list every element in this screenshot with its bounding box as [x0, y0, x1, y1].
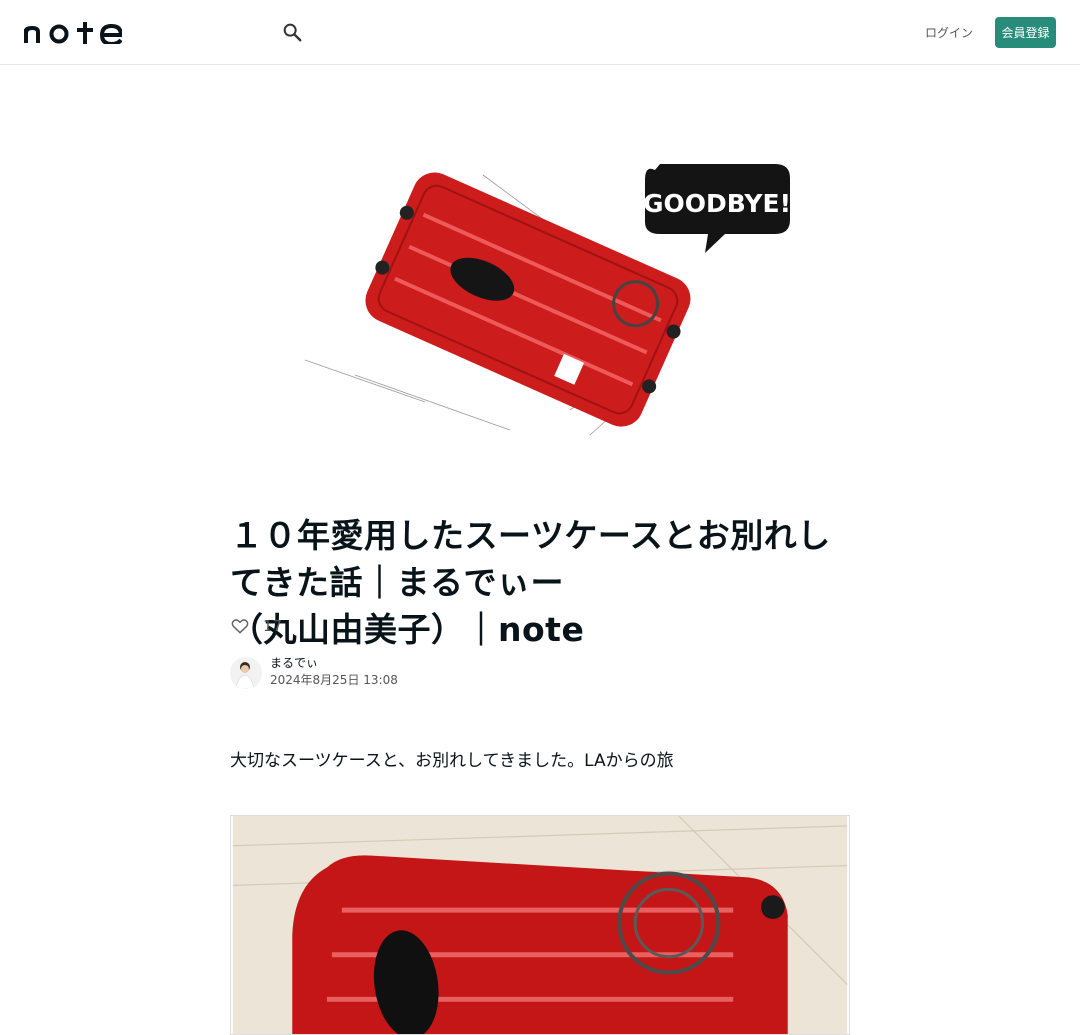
post-date: 2024年8月25日 13:08	[270, 673, 398, 687]
author-name[interactable]: まるでぃ	[270, 656, 398, 671]
article-title-line-1: １０年愛用したスーツケースとお別れしてきた話｜まるでぃー	[230, 516, 831, 602]
article-lead-paragraph: 大切なスーツケースと、お別れしてきました。LAからの旅	[230, 751, 674, 771]
search-icon	[283, 23, 302, 42]
heart-icon	[231, 619, 249, 634]
like-row: 17	[230, 614, 282, 638]
signup-button[interactable]: 会員登録	[995, 17, 1056, 48]
login-link[interactable]: ログイン	[920, 18, 978, 46]
like-count: 17	[263, 617, 283, 635]
note-logo[interactable]	[24, 20, 122, 44]
goodbye-speech-bubble: GOODBYE!	[643, 189, 791, 218]
article-photo	[230, 815, 850, 1035]
hero-image: GOODBYE!	[304, 164, 791, 436]
top-navigation-bar: ログイン 会員登録	[0, 0, 1080, 65]
article-title-line-2: （丸山由美子）｜note	[230, 610, 585, 649]
like-button[interactable]	[230, 616, 250, 636]
author-info[interactable]: まるでぃ 2024年8月25日 13:08	[230, 656, 398, 689]
author-avatar[interactable]	[230, 656, 262, 689]
search-button[interactable]	[278, 18, 306, 46]
article-title: １０年愛用したスーツケースとお別れしてきた話｜まるでぃー （丸山由美子）｜not…	[230, 512, 850, 653]
